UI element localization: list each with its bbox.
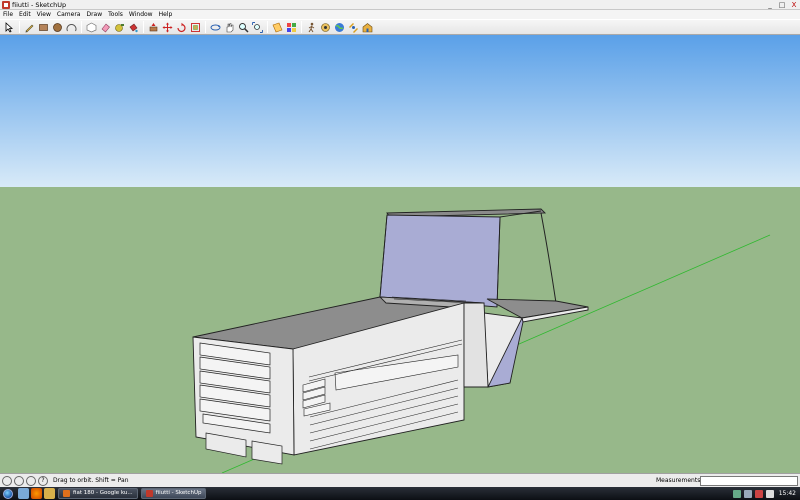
folder-icon[interactable]: [44, 488, 55, 499]
toolbar-separator: [301, 21, 302, 33]
measurements-label: Measurements: [656, 477, 701, 484]
antivirus-icon[interactable]: [754, 489, 763, 498]
menu-window[interactable]: Window: [129, 11, 153, 18]
close-button[interactable]: X: [788, 0, 800, 10]
maximize-button[interactable]: □: [776, 0, 788, 10]
status-hint: Drag to orbit. Shift = Pan: [53, 477, 129, 484]
walk-icon[interactable]: [305, 21, 318, 34]
pan-icon[interactable]: [223, 21, 236, 34]
toolbar-separator: [19, 21, 20, 33]
circle-icon[interactable]: [51, 21, 64, 34]
geo-location-icon[interactable]: [2, 475, 12, 486]
firefox-icon[interactable]: [31, 488, 42, 499]
paint-bucket-icon[interactable]: [127, 21, 140, 34]
components-icon[interactable]: [347, 21, 360, 34]
offset-icon[interactable]: [189, 21, 202, 34]
firefox-icon: [63, 490, 70, 497]
arc-icon[interactable]: [65, 21, 78, 34]
help-icon[interactable]: ?: [38, 475, 48, 486]
pencil-icon[interactable]: [23, 21, 36, 34]
taskbar-item-sketchup[interactable]: fiiutti - SketchUp: [140, 488, 207, 499]
window-title: fiiutti - SketchUp: [12, 0, 67, 9]
eraser-icon[interactable]: [99, 21, 112, 34]
menu-help[interactable]: Help: [159, 11, 173, 18]
network-icon[interactable]: [732, 489, 741, 498]
warehouse-icon[interactable]: [361, 21, 374, 34]
toolbar-separator: [267, 21, 268, 33]
menu-bar: File Edit View Camera Draw Tools Window …: [0, 10, 800, 19]
task-label: fiat 180 - Google ku...: [73, 490, 133, 496]
toolbar-separator: [143, 21, 144, 33]
menu-edit[interactable]: Edit: [19, 11, 31, 18]
minimize-button[interactable]: _: [764, 0, 776, 10]
model-scene: [0, 35, 800, 473]
clock[interactable]: 15:42: [779, 490, 796, 497]
measurements-input[interactable]: [700, 475, 798, 486]
show-desktop-icon[interactable]: [18, 488, 29, 499]
menu-file[interactable]: File: [3, 11, 13, 18]
move-icon[interactable]: [161, 21, 174, 34]
windows-taskbar: fiat 180 - Google ku... fiiutti - Sketch…: [0, 487, 800, 500]
google-earth-icon[interactable]: [333, 21, 346, 34]
volume-icon[interactable]: [743, 489, 752, 498]
toolbar-separator: [81, 21, 82, 33]
zoom-icon[interactable]: [237, 21, 250, 34]
look-around-icon[interactable]: [319, 21, 332, 34]
sky: [0, 35, 800, 187]
rotate-icon[interactable]: [175, 21, 188, 34]
start-button[interactable]: [0, 487, 16, 500]
window-controls: _ □ X: [764, 0, 800, 10]
credits-icon[interactable]: [14, 475, 24, 486]
status-bar: ? Drag to orbit. Shift = Pan Measurement…: [0, 473, 800, 487]
title-bar: fiiutti - SketchUp _ □ X: [0, 0, 800, 10]
rectangle-icon[interactable]: [37, 21, 50, 34]
materials-icon[interactable]: [285, 21, 298, 34]
push-pull-icon[interactable]: [147, 21, 160, 34]
task-label: fiiutti - SketchUp: [155, 490, 202, 496]
menu-tools[interactable]: Tools: [108, 11, 123, 18]
taskbar-item-google-earth[interactable]: fiat 180 - Google ku...: [58, 488, 138, 499]
toolbar-separator: [205, 21, 206, 33]
user-icon[interactable]: [26, 475, 36, 486]
section-plane-icon[interactable]: [271, 21, 284, 34]
menu-camera[interactable]: Camera: [57, 11, 81, 18]
menu-draw[interactable]: Draw: [86, 11, 102, 18]
3d-viewport[interactable]: [0, 35, 800, 473]
sketchup-app-icon[interactable]: [2, 0, 10, 9]
make-component-icon[interactable]: [85, 21, 98, 34]
system-tray: 15:42: [726, 487, 800, 500]
orbit-icon[interactable]: [209, 21, 222, 34]
shield-icon[interactable]: [765, 489, 774, 498]
windows-logo-icon: [3, 488, 13, 499]
select-icon[interactable]: [3, 21, 16, 34]
tape-measure-icon[interactable]: [113, 21, 126, 34]
menu-view[interactable]: View: [37, 11, 51, 18]
zoom-extents-icon[interactable]: [251, 21, 264, 34]
main-toolbar: [0, 19, 800, 35]
sketchup-app-icon: [145, 490, 153, 497]
